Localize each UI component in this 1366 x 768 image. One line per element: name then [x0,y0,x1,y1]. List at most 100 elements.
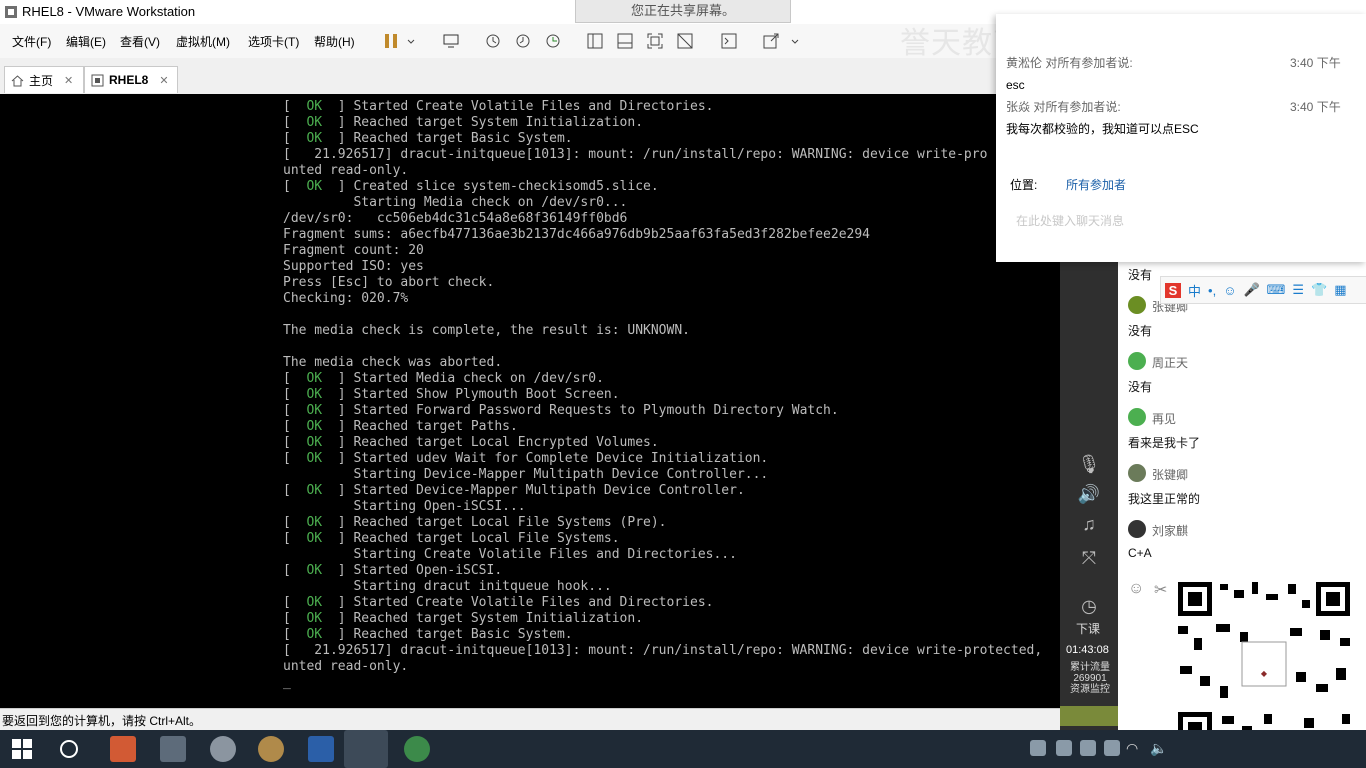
tray-icon[interactable] [1030,740,1046,756]
sogou-icon[interactable]: S [1165,282,1181,298]
thumbnail-bar-icon[interactable] [616,32,634,50]
net-value: 269901 [1073,673,1107,684]
paint-icon[interactable] [258,736,284,762]
menu-help[interactable]: 帮助(H) [314,33,355,50]
chevron-down-icon[interactable] [402,32,415,50]
menu-view[interactable]: 查看(V) [120,33,160,50]
toolbox-icon[interactable]: ☰ [1292,282,1304,298]
console-line: [ OK ] Reached target Local Encrypted Vo… [283,435,659,450]
console-line: Checking: 020.7% [283,291,409,306]
emoji-icon[interactable]: ☺ [1128,580,1144,598]
vmware-task-icon[interactable] [344,730,388,768]
skin-icon[interactable]: 👕 [1311,282,1327,298]
expand-icon[interactable]: ⤧ [1077,546,1101,570]
grid-icon[interactable]: ▦ [1334,282,1346,298]
ok-status: OK [306,419,323,434]
vm-icon [91,74,104,86]
microphone-icon[interactable]: 🎙 [1077,452,1101,476]
net-label: 累计流量 [1070,662,1110,673]
full-screen-icon[interactable] [646,32,664,50]
stretch-view-icon[interactable] [762,32,780,50]
vm-console[interactable]: [ OK ] Started Create Volatile Files and… [0,94,1060,708]
pause-icon[interactable] [382,32,400,50]
avatar [1128,296,1146,314]
chat-popup: 黄淞伦 对所有参加者说: 3:40 下午 esc 张焱 对所有参加者说: 3:4… [996,14,1366,262]
keyboard-icon[interactable]: ⌨ [1267,282,1286,298]
chat-message: 没有 [1128,324,1153,338]
close-icon[interactable]: ✕ [64,74,73,87]
powerpoint-icon[interactable] [110,736,136,762]
console-line: [ OK ] Created slice system-checkisomd5.… [283,179,659,194]
console-line: [ OK ] Started Create Volatile Files and… [283,99,714,114]
snapshot-manager-icon[interactable] [544,32,562,50]
close-icon[interactable]: ✕ [159,74,168,87]
chevron-down-icon[interactable] [786,32,799,50]
home-icon [11,74,24,86]
microphone-icon[interactable]: 🎤 [1243,282,1259,298]
ime-mode-label[interactable]: 中 [1188,281,1201,300]
console-line: _ [283,675,291,690]
chat-message: 我这里正常的 [1128,492,1201,506]
tray-icon[interactable] [1056,740,1072,756]
tray-icon[interactable] [1080,740,1096,756]
music-icon[interactable]: ♫ [1077,512,1101,536]
sidebar-toggle-icon[interactable] [586,32,604,50]
end-class-label[interactable]: 下课 [1076,620,1100,637]
tab-home[interactable]: 主页 ✕ [4,66,84,93]
word-icon[interactable] [308,736,334,762]
snapshot-icon[interactable] [484,32,502,50]
chat-message: C+A [1128,546,1152,560]
chat-input[interactable]: 在此处键入聊天消息 [1016,212,1124,229]
console-line: [ OK ] Started Forward Password Requests… [283,403,839,418]
menu-vm[interactable]: 虚拟机(M) [176,33,230,50]
console-line: [ OK ] Started Device-Mapper Multipath D… [283,483,745,498]
ok-status: OK [306,563,323,578]
send-ctrl-alt-del-icon[interactable] [442,32,460,50]
ok-status: OK [306,627,323,642]
menu-edit[interactable]: 编辑(E) [66,33,106,50]
smiley-icon[interactable]: ☺ [1223,283,1236,298]
volume-icon[interactable]: 🔈 [1150,740,1167,757]
console-line: unted read-only. [283,659,409,674]
menu-tabs[interactable]: 选项卡(T) [248,33,299,50]
ok-status: OK [306,595,323,610]
console-view-icon[interactable] [720,32,738,50]
console-line: Starting Media check on /dev/sr0... [283,195,628,210]
windows-start-icon[interactable] [12,739,32,759]
tray-icon[interactable] [1104,740,1120,756]
punctuation-icon[interactable]: •, [1208,283,1216,298]
wifi-icon[interactable]: ◠ [1126,740,1138,757]
revert-snapshot-icon[interactable] [514,32,532,50]
location-select[interactable]: 所有参加者 [1066,176,1126,193]
scissors-icon[interactable]: ✂ [1154,580,1167,600]
console-output: [ OK ] Started Create Volatile Files and… [283,99,1042,691]
screen-share-banner[interactable]: 您正在共享屏幕。 [575,0,791,23]
console-line: unted read-only. [283,163,409,178]
console-line: [ OK ] Started Show Plymouth Boot Screen… [283,387,620,402]
app-icon[interactable] [210,736,236,762]
timer-icon[interactable]: ◷ [1077,594,1101,618]
console-line: [ OK ] Reached target Paths. [283,419,518,434]
console-line: /dev/sr0: cc506eb4dc31c54a8e68f36149ff0b… [283,211,628,226]
browser-icon[interactable] [404,736,430,762]
console-line: [ 21.926517] dracut-initqueue[1013]: mou… [283,643,1043,658]
status-bar: 要返回到您的计算机，请按 Ctrl+Alt。 [0,708,1060,731]
console-line: Fragment sums: a6ecfb477136ae3b2137dc466… [283,227,870,242]
ok-status: OK [306,387,323,402]
console-line: The media check was aborted. [283,355,503,370]
console-line: Starting dracut initqueue hook... [283,579,612,594]
resource-monitor-label: 资源监控 [1070,684,1110,695]
search-icon[interactable] [60,740,78,758]
chat-time: 3:40 下午 [1290,56,1341,70]
player-icon[interactable] [160,736,186,762]
console-line: [ OK ] Reached target Basic System. [283,131,573,146]
unity-mode-icon[interactable] [676,32,694,50]
menu-file[interactable]: 文件(F) [12,33,51,50]
console-line: [ OK ] Started udev Wait for Complete De… [283,451,769,466]
tab-rhel8[interactable]: RHEL8 ✕ [84,66,178,93]
console-line: The media check is complete, the result … [283,323,690,338]
location-label: 位置: [1010,178,1038,192]
speaker-icon[interactable]: 🔊 [1077,482,1101,506]
